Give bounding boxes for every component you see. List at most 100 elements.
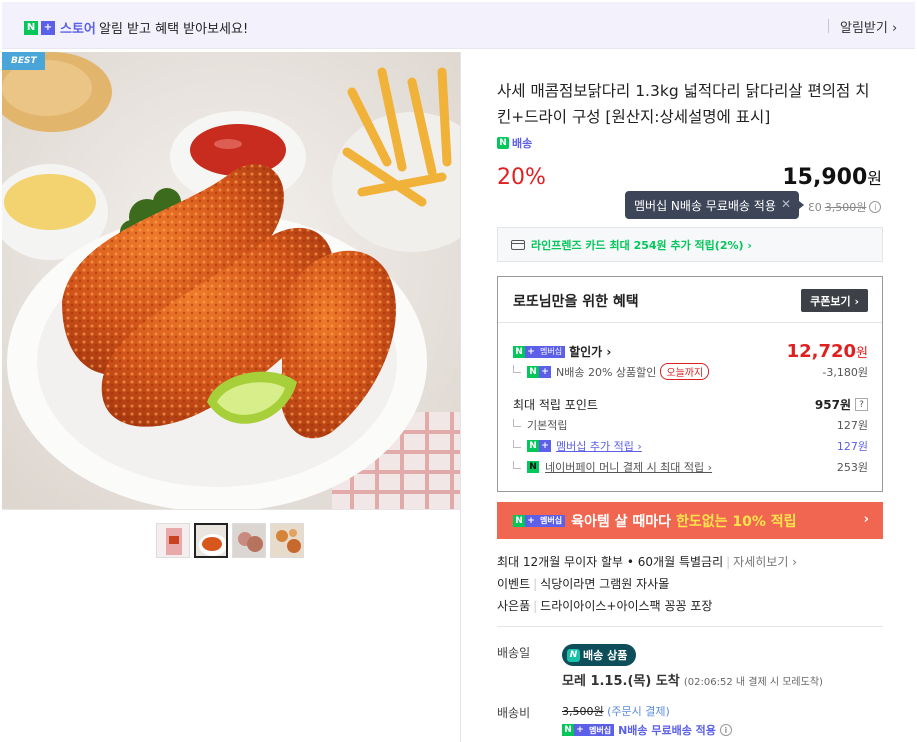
- credit-card-icon: [511, 239, 525, 250]
- max-points-row: 최대 적립 포인트 957원 ?: [513, 396, 868, 413]
- installment-details-link[interactable]: 자세히보기 ›: [733, 555, 797, 569]
- tree-branch-line: [513, 365, 521, 373]
- shipping-fee-note: (주문시 결제): [607, 705, 670, 718]
- info-icon[interactable]: i: [719, 724, 732, 736]
- divider: [497, 626, 883, 627]
- plus-icon: +: [525, 345, 537, 358]
- membership-badge: N + 멤버십: [513, 345, 566, 358]
- basic-points-value: 127원: [836, 419, 868, 432]
- tree-branch-line: [513, 460, 521, 469]
- product-price: 15,900원: [760, 165, 882, 190]
- naver-plus-store-logo[interactable]: N + 스토어: [24, 18, 96, 37]
- tooltip-text: 멤버십 N배송 무료배송 적용: [634, 198, 776, 213]
- thumbnail-3[interactable]: [232, 523, 266, 558]
- naverpay-points-row: N 네이버페이 머니 결제 시 최대 적립 › 253원: [513, 459, 868, 475]
- store-label: 스토어: [60, 22, 96, 37]
- price-value: 15,900: [782, 165, 868, 190]
- discount-percent: 20%: [497, 165, 546, 190]
- info-icon[interactable]: i: [869, 201, 882, 213]
- naver-n-icon: N: [567, 648, 580, 662]
- product-title: 사세 매콤점보닭다리 1.3kg 넓적다리 닭다리살 편의점 치킨+드라이 구성…: [497, 82, 870, 126]
- max-points-value: 957원: [814, 398, 851, 412]
- price-unit: 원: [867, 169, 882, 188]
- original-shipping-fee: 3,500원: [824, 201, 867, 214]
- gift-text: 드라이아이스+아이스팩 꽁꽁 포장: [540, 599, 713, 613]
- installment-info: 최대 12개월 무이자 할부 • 60개월 특별금리 | 자세히보기 ›: [497, 555, 797, 569]
- divider: [828, 19, 829, 33]
- event-text: 식당이라면 그램원 자사몰: [540, 577, 670, 591]
- arrival-date: 모레 1.15.(목) 도착: [562, 674, 680, 689]
- store-notification-banner: N + 스토어 알림 받고 혜택 받아보세요! 알림받기 ›: [2, 2, 915, 49]
- basic-points-row: 기본적립 127원: [513, 417, 868, 433]
- divider: [498, 322, 882, 323]
- divider: [2, 509, 460, 510]
- thumbnail-4[interactable]: [270, 523, 304, 558]
- free-shipping-text: N배송 무료배송 적용: [618, 724, 716, 737]
- arrival-condition: (02:06:52 내 결제 시 모레도착): [683, 677, 823, 688]
- delivery-date-label: 배송일: [497, 646, 531, 660]
- membership-points-row: N + 멤버십 추가 적립 › 127원: [513, 438, 868, 454]
- promo-highlight: 한도없는 10% 적립: [676, 513, 797, 530]
- subscribe-alarm-button[interactable]: 알림받기 ›: [840, 17, 897, 36]
- thumbnail-1[interactable]: [156, 523, 190, 558]
- shipping-fee-summary: Ɛ0 3,500원 i: [808, 199, 882, 215]
- discount-description: N배송 20% 상품할인: [556, 365, 657, 379]
- discount-detail-row: N + N배송 20% 상품할인 오늘까지 -3,180원: [513, 363, 868, 380]
- promo-text: 육아템 살 때마다: [571, 513, 672, 530]
- membership-plus-icon: N +: [527, 365, 551, 378]
- n-delivery-product-badge: N 배송 상품: [562, 644, 637, 666]
- n-delivery-badge: N 배송: [497, 135, 532, 151]
- help-icon[interactable]: ?: [855, 398, 868, 411]
- membership-badge: N + 멤버십: [513, 514, 566, 527]
- delivery-badge-label: 배송: [512, 137, 533, 150]
- naverpay-icon: N: [527, 461, 539, 473]
- membership-plus-icon: N +: [527, 440, 551, 452]
- installment-text: 최대 12개월 무이자 할부 • 60개월 특별금리: [497, 555, 724, 569]
- membership-free-shipping-tooltip: 멤버십 N배송 무료배송 적용 ✕: [625, 191, 804, 219]
- arrival-estimate: 모레 1.15.(목) 도착 (02:06:52 내 결제 시 모레도착): [562, 670, 823, 689]
- event-label: 이벤트: [497, 577, 531, 591]
- naverpay-points-value: 253원: [836, 461, 868, 474]
- naver-n-icon: N: [513, 345, 525, 358]
- sale-price-label[interactable]: 할인가 ›: [569, 343, 611, 360]
- shipping-fee: 3,500원 (주문시 결제): [562, 703, 670, 719]
- plus-icon: +: [41, 20, 55, 35]
- sale-price: 12,720원: [786, 341, 868, 362]
- thumbnail-2[interactable]: [194, 523, 228, 558]
- naverpay-points-link[interactable]: 네이버페이 머니 결제 시 최대 적립 ›: [545, 459, 712, 475]
- naver-n-icon: N: [24, 20, 38, 35]
- card-promotion[interactable]: 라인프렌즈 카드 최대 254원 추가 적립(2%) ›: [497, 227, 883, 262]
- today-only-badge: 오늘까지: [660, 363, 710, 380]
- close-icon[interactable]: ✕: [781, 197, 791, 211]
- notification-message: 알림 받고 혜택 받아보세요!: [99, 22, 249, 37]
- discount-amount: -3,180원: [822, 365, 868, 379]
- max-points-label: 최대 적립 포인트: [513, 398, 598, 412]
- original-shipping-fee: 3,500원: [562, 705, 604, 718]
- product-main-image[interactable]: [2, 52, 460, 509]
- best-badge: BEST: [2, 52, 45, 70]
- sale-price-row: N + 멤버십 할인가 › 12,720원: [513, 341, 868, 362]
- member-benefit-box: 로또님만을 위한 혜택 쿠폰보기 › N + 멤버십 할인가 › 12,720원 N…: [497, 276, 883, 492]
- fried-chicken-photo: [2, 52, 460, 509]
- tree-branch-line: [513, 439, 521, 448]
- tree-branch-line: [513, 418, 521, 427]
- gift-label: 사은품: [497, 599, 531, 613]
- chevron-right-icon: ›: [863, 512, 869, 527]
- membership-points-value: 127원: [836, 440, 868, 453]
- divider: [460, 52, 461, 742]
- n-delivery-badge-text: 배송 상품: [583, 649, 628, 662]
- thumbnail-list: [156, 523, 304, 558]
- benefit-title: 로또님만을 위한 혜택: [513, 294, 639, 310]
- membership-badge: N + 멤버십: [562, 724, 615, 736]
- view-coupon-button[interactable]: 쿠폰보기 ›: [801, 289, 868, 312]
- gift-info: 사은품 | 드라이아이스+아이스팩 꽁꽁 포장: [497, 599, 713, 613]
- naver-n-icon: N: [497, 137, 509, 149]
- membership-points-link[interactable]: 멤버십 추가 적립 ›: [556, 438, 642, 454]
- free-shipping-applied: N + 멤버십 N배송 무료배송 적용 i: [562, 722, 732, 738]
- fee-prefix: Ɛ0: [808, 200, 822, 214]
- membership-promo-banner[interactable]: N + 멤버십 육아템 살 때마다 한도없는 10% 적립 ›: [497, 502, 883, 539]
- shipping-fee-label: 배송비: [497, 706, 531, 720]
- event-info: 이벤트 | 식당이라면 그램원 자사몰: [497, 577, 670, 591]
- basic-points-label: 기본적립: [527, 419, 568, 432]
- card-promotion-text: 라인프렌즈 카드 최대 254원 추가 적립(2%) ›: [531, 238, 752, 252]
